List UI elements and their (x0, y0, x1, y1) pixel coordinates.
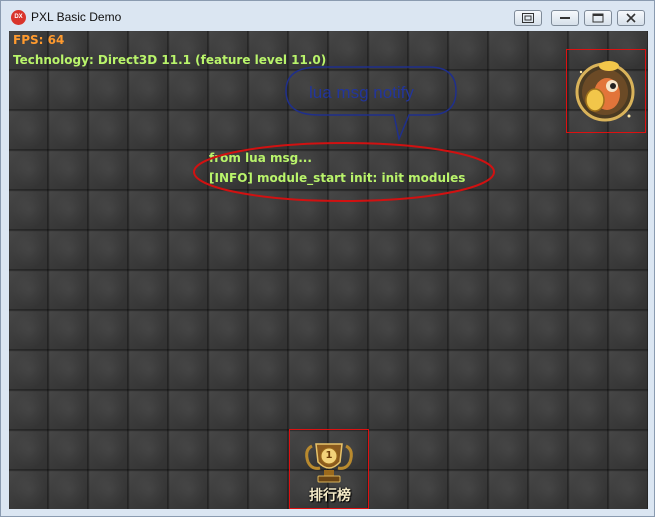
render-viewport[interactable]: FPS: 64 Technology: Direct3D 11.1 (featu… (9, 31, 648, 509)
minimize-button[interactable] (551, 10, 579, 26)
restore-window-button[interactable] (514, 10, 542, 26)
maximize-icon (592, 13, 604, 23)
avatar-icon (575, 61, 635, 122)
leaderboard-label: 排行榜 (309, 488, 351, 504)
app-icon: DX (11, 10, 26, 25)
restore-window-icon (522, 13, 534, 23)
maximize-button[interactable] (584, 10, 612, 26)
speech-bubble-text: lua msg notify (309, 83, 414, 102)
window-title: PXL Basic Demo (31, 10, 122, 24)
technology-label: Technology: Direct3D 11.1 (feature level… (13, 53, 327, 67)
close-button[interactable] (617, 10, 645, 26)
log-line: from lua msg... (209, 151, 312, 165)
log-output: from lua msg... [INFO] module_start init… (209, 148, 465, 188)
speech-bubble (285, 66, 457, 142)
leaderboard-button[interactable]: 1 排行榜 (289, 429, 369, 509)
minimize-icon (560, 17, 570, 19)
close-icon (626, 13, 636, 23)
title-bar[interactable]: DX PXL Basic Demo (1, 1, 654, 32)
fps-counter: FPS: 64 (13, 33, 65, 47)
avatar-button[interactable] (566, 49, 646, 133)
trophy-rank-number: 1 (325, 450, 333, 461)
log-line: [INFO] module_start init: init modules (209, 171, 466, 185)
app-window: DX PXL Basic Demo FPS: 64 Technology: Di… (0, 0, 655, 517)
